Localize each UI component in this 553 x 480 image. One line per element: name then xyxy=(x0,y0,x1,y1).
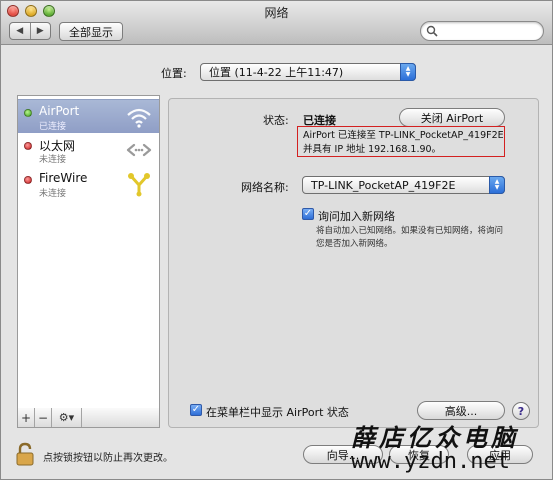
wifi-icon xyxy=(127,108,151,128)
window-title: 网络 xyxy=(264,6,289,20)
service-item-ethernet[interactable]: 以太网 未连接 xyxy=(18,133,159,167)
forward-button[interactable]: ▶ xyxy=(29,23,51,39)
add-service-button[interactable]: + xyxy=(18,408,35,427)
popup-arrows-icon: ▲ ▼ xyxy=(489,176,505,194)
status-dot-connected-icon xyxy=(24,109,32,117)
lock-hint: 点按锁按钮以防止再次更改。 xyxy=(43,453,173,464)
search-icon xyxy=(426,25,438,37)
location-popup[interactable]: 位置 (11-4-22 上午11:47) ▲ ▼ xyxy=(200,63,416,81)
remove-service-button[interactable]: − xyxy=(35,408,52,427)
status-dot-disconnected-icon xyxy=(24,142,32,150)
watermark-chinese: 薛店亿众电脑 xyxy=(351,423,519,452)
hint-line: 将自动加入已知网络。如果没有已知网络，将询问 xyxy=(316,226,504,236)
title-bar: 网络 ◀ ▶ 全部显示 xyxy=(1,1,552,45)
firewire-icon xyxy=(128,173,150,197)
service-status: 已连接 xyxy=(39,122,67,132)
ask-join-label: 询问加入新网络 xyxy=(318,210,395,223)
connection-info: AirPort 已连接至 TP-LINK_PocketAP_419F2E 并具有… xyxy=(303,129,504,157)
service-list-toolbar: + − ⚙▾ xyxy=(17,408,160,428)
show-all-button[interactable]: 全部显示 xyxy=(59,22,123,41)
network-preferences-window: 网络 ◀ ▶ 全部显示 位置: 位置 (11-4-22 上午11:47) ▲ ▼ … xyxy=(0,0,553,480)
connection-info-line: AirPort 已连接至 TP-LINK_PocketAP_419F2E xyxy=(303,130,504,141)
popup-arrows-icon: ▲ ▼ xyxy=(400,63,416,81)
show-in-menubar-label: 在菜单栏中显示 AirPort 状态 xyxy=(206,406,349,419)
service-item-firewire[interactable]: FireWire 未连接 xyxy=(18,167,159,201)
service-status: 未连接 xyxy=(39,189,67,199)
service-name: FireWire xyxy=(39,171,88,185)
service-status: 未连接 xyxy=(39,155,67,165)
search-input[interactable] xyxy=(441,24,537,38)
watermark-url: www.yzdn.net xyxy=(351,449,510,474)
lock-icon[interactable] xyxy=(15,442,35,466)
status-dot-disconnected-icon xyxy=(24,176,32,184)
ethernet-icon xyxy=(126,143,152,157)
connection-info-line: 并具有 IP 地址 192.168.1.90。 xyxy=(303,144,442,155)
network-name-popup[interactable]: TP-LINK_PocketAP_419F2E ▲ ▼ xyxy=(302,176,505,194)
network-name-label: 网络名称: xyxy=(241,181,289,194)
ask-join-checkbox[interactable]: ✓ xyxy=(302,208,314,220)
ask-join-hint: 将自动加入已知网络。如果没有已知网络，将询问 您是否加入新网络。 xyxy=(316,225,516,251)
service-name: AirPort xyxy=(39,104,80,118)
location-value: 位置 (11-4-22 上午11:47) xyxy=(209,66,344,79)
back-button[interactable]: ◀ xyxy=(10,23,30,39)
search-field[interactable] xyxy=(420,21,544,41)
service-list: AirPort 已连接 以太网 未连接 FireWire 未连接 xyxy=(17,95,160,409)
turn-off-airport-button[interactable]: 关闭 AirPort xyxy=(399,108,505,127)
gear-icon[interactable]: ⚙▾ xyxy=(52,408,82,427)
back-forward-control: ◀ ▶ xyxy=(9,22,51,40)
status-label: 状态: xyxy=(263,114,289,127)
show-in-menubar-checkbox[interactable]: ✓ xyxy=(190,404,202,416)
hint-line: 您是否加入新网络。 xyxy=(316,239,393,249)
service-item-airport[interactable]: AirPort 已连接 xyxy=(18,99,159,133)
network-name-value: TP-LINK_PocketAP_419F2E xyxy=(311,178,456,192)
location-label: 位置: xyxy=(161,67,187,80)
